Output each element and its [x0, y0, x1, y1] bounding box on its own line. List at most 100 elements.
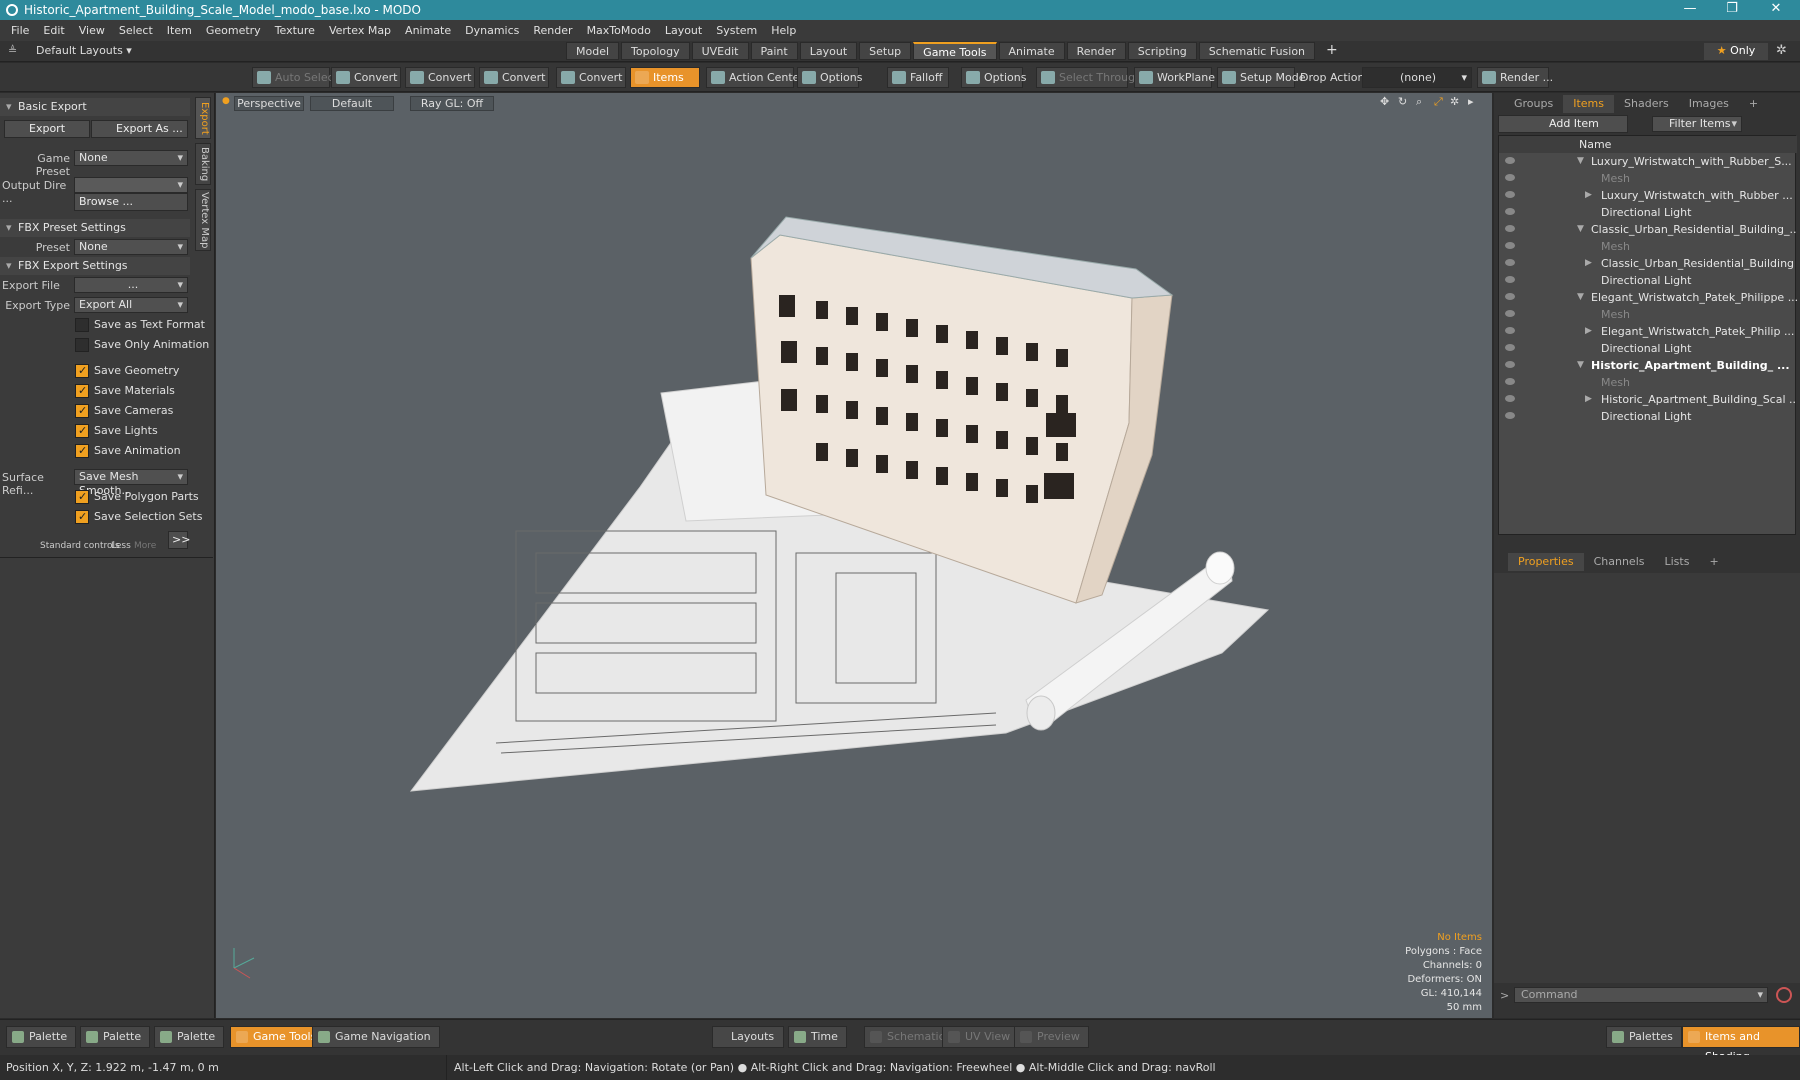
item-row[interactable]: ▶ Luxury_Wristwatch_with_Rubber ...: [1499, 187, 1797, 204]
save-anim-only-checkbox[interactable]: [75, 338, 89, 352]
setup-mode-button[interactable]: Setup Mode: [1217, 67, 1305, 88]
menu-help[interactable]: Help: [764, 24, 803, 37]
add-item-button[interactable]: Add Item: [1498, 115, 1628, 133]
game-preset-dropdown[interactable]: None: [74, 150, 188, 166]
menu-layout[interactable]: Layout: [658, 24, 709, 37]
export-type-dropdown[interactable]: Export All: [74, 297, 188, 313]
basic-export-section[interactable]: Basic Export: [0, 98, 190, 116]
save-cameras-checkbox[interactable]: [75, 404, 89, 418]
visibility-eye-icon[interactable]: [1505, 310, 1515, 317]
menu-animate[interactable]: Animate: [398, 24, 458, 37]
options-button-1[interactable]: Options: [797, 67, 862, 88]
select-through-button[interactable]: Select Through: [1036, 67, 1142, 88]
save-animation-checkbox[interactable]: [75, 444, 89, 458]
visibility-eye-icon[interactable]: [1505, 208, 1515, 215]
action-center-button[interactable]: Action Center: [706, 67, 804, 88]
save-lights-checkbox[interactable]: [75, 424, 89, 438]
tab-groups[interactable]: Groups: [1494, 95, 1563, 113]
menu-texture[interactable]: Texture: [268, 24, 322, 37]
visibility-eye-icon[interactable]: [1505, 327, 1515, 334]
tab-export[interactable]: Export: [195, 97, 211, 139]
uv-view-button[interactable]: UV View: [942, 1026, 1020, 1048]
options-button-2[interactable]: Options: [961, 67, 1026, 88]
export-button[interactable]: Export: [4, 120, 90, 138]
save-text-checkbox[interactable]: [75, 318, 89, 332]
save-polygon-parts-checkbox[interactable]: [75, 490, 89, 504]
tab-images[interactable]: Images: [1679, 95, 1739, 113]
visibility-eye-icon[interactable]: [1505, 174, 1515, 181]
time-button[interactable]: Time: [788, 1026, 847, 1048]
visibility-eye-icon[interactable]: [1505, 191, 1515, 198]
tab-baking[interactable]: Baking: [195, 143, 211, 185]
menu-geometry[interactable]: Geometry: [199, 24, 268, 37]
convert-button-3[interactable]: Convert: [479, 67, 549, 88]
visibility-eye-icon[interactable]: [1505, 225, 1515, 232]
palette-button-3[interactable]: Palette: [154, 1026, 225, 1048]
convert-button-2[interactable]: Convert: [405, 67, 475, 88]
tab-setup[interactable]: Setup: [859, 42, 912, 60]
tab-vertex-map[interactable]: Vertex Map: [195, 189, 211, 251]
save-geometry-checkbox[interactable]: [75, 364, 89, 378]
browse-button[interactable]: Browse ...: [74, 193, 188, 211]
tab-items[interactable]: Items: [1563, 95, 1615, 113]
schematic-button[interactable]: Schematic: [864, 1026, 954, 1048]
more-link[interactable]: More: [134, 541, 156, 551]
add-tab-icon[interactable]: +: [1699, 553, 1728, 571]
layouts-collapse-icon[interactable]: ≜: [8, 44, 17, 57]
tab-model[interactable]: Model: [566, 42, 620, 60]
command-input[interactable]: Command: [1514, 987, 1768, 1003]
name-column-header[interactable]: Name: [1499, 136, 1797, 153]
fbx-export-settings-section[interactable]: FBX Export Settings: [0, 257, 190, 275]
preview-button[interactable]: Preview: [1014, 1026, 1089, 1048]
save-selection-sets-checkbox[interactable]: [75, 510, 89, 524]
item-row[interactable]: Mesh: [1499, 170, 1797, 187]
falloff-button[interactable]: Falloff: [887, 67, 949, 88]
items-and-shading-button[interactable]: Items and Shading: [1682, 1026, 1800, 1063]
layouts-button[interactable]: Layouts: [712, 1026, 784, 1048]
tab-paint[interactable]: Paint: [750, 42, 798, 60]
expand-arrow-icon[interactable]: ▼: [1577, 153, 1584, 170]
item-row[interactable]: ▶ Historic_Apartment_Building_Scal ...: [1499, 391, 1797, 408]
visibility-eye-icon[interactable]: [1505, 259, 1515, 266]
menu-maxtomodo[interactable]: MaxToModo: [580, 24, 658, 37]
palette-button-2[interactable]: Palette: [80, 1026, 151, 1048]
export-file-dropdown[interactable]: ...: [74, 277, 188, 293]
item-row[interactable]: Mesh: [1499, 238, 1797, 255]
tab-topology[interactable]: Topology: [621, 42, 690, 60]
export-as-button[interactable]: Export As ...: [91, 120, 188, 138]
palette-button-1[interactable]: Palette: [6, 1026, 77, 1048]
fbx-preset-settings-section[interactable]: FBX Preset Settings: [0, 219, 190, 237]
workplane-button[interactable]: WorkPlane: [1134, 67, 1215, 88]
tab-render[interactable]: Render: [1066, 42, 1126, 60]
menu-render[interactable]: Render: [526, 24, 579, 37]
3d-viewport[interactable]: ● Perspective Default Ray GL: Off ✥ ↻ ⌕ …: [216, 93, 1492, 1018]
visibility-eye-icon[interactable]: [1505, 293, 1515, 300]
tab-game-tools[interactable]: Game Tools: [913, 42, 997, 60]
menu-file[interactable]: File: [4, 24, 36, 37]
menu-vertex-map[interactable]: Vertex Map: [322, 24, 398, 37]
game-navigation-button[interactable]: Game Navigation: [312, 1026, 440, 1048]
visibility-eye-icon[interactable]: [1505, 378, 1515, 385]
expand-arrow-icon[interactable]: ▼: [1577, 221, 1584, 238]
menu-view[interactable]: View: [72, 24, 112, 37]
save-materials-checkbox[interactable]: [75, 384, 89, 398]
items-mode-button[interactable]: Items: [630, 67, 700, 88]
minimize-icon[interactable]: —: [1670, 0, 1710, 20]
auto-select-button[interactable]: Auto Select: [252, 67, 338, 88]
convert-button-4[interactable]: Convert: [556, 67, 626, 88]
item-row[interactable]: ▼ Classic_Urban_Residential_Building_...: [1499, 221, 1797, 238]
tab-layout[interactable]: Layout: [799, 42, 858, 60]
item-row[interactable]: ▶ Elegant_Wristwatch_Patek_Philip ...: [1499, 323, 1797, 340]
palettes-button[interactable]: Palettes: [1606, 1026, 1682, 1048]
tab-properties[interactable]: Properties: [1508, 553, 1584, 571]
expand-arrow-icon[interactable]: ▶: [1585, 255, 1592, 272]
item-row[interactable]: Directional Light: [1499, 204, 1797, 221]
tab-shaders[interactable]: Shaders: [1614, 95, 1679, 113]
maximize-icon[interactable]: ❐: [1712, 0, 1752, 20]
tab-lists[interactable]: Lists: [1655, 553, 1700, 571]
visibility-eye-icon[interactable]: [1505, 361, 1515, 368]
less-link[interactable]: Less: [111, 541, 131, 551]
menu-select[interactable]: Select: [112, 24, 160, 37]
expand-arrow-icon[interactable]: ▼: [1577, 357, 1584, 374]
filter-items-field[interactable]: Filter Items: [1652, 116, 1742, 132]
